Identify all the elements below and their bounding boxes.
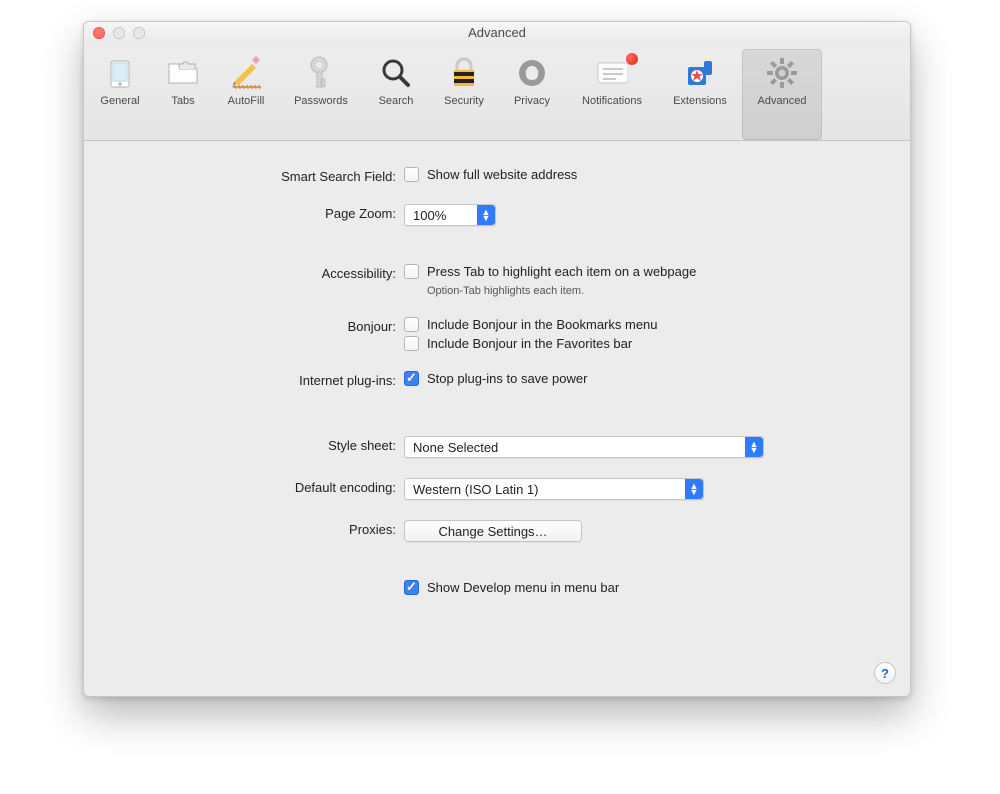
show-develop-option[interactable]: Show Develop menu in menu bar xyxy=(404,580,876,595)
bonjour-favorites-option[interactable]: Include Bonjour in the Favorites bar xyxy=(404,336,876,351)
minimize-icon[interactable] xyxy=(113,27,125,39)
tab-label: Security xyxy=(444,95,484,107)
page-zoom-value: 100% xyxy=(405,208,477,223)
show-full-address-text: Show full website address xyxy=(427,167,577,182)
press-tab-checkbox[interactable] xyxy=(404,264,419,279)
page-zoom-popup[interactable]: 100% ▲▼ xyxy=(404,204,496,226)
tab-general[interactable]: General xyxy=(86,49,154,140)
style-sheet-popup[interactable]: None Selected ▲▼ xyxy=(404,436,764,458)
tab-label: Notifications xyxy=(582,95,642,107)
passwords-icon xyxy=(305,57,337,89)
encoding-popup[interactable]: Western (ISO Latin 1) ▲▼ xyxy=(404,478,704,500)
window-title: Advanced xyxy=(84,25,910,40)
tab-privacy[interactable]: Privacy xyxy=(498,49,566,140)
tab-security[interactable]: Security xyxy=(430,49,498,140)
tab-label: General xyxy=(100,95,139,107)
press-tab-text: Press Tab to highlight each item on a we… xyxy=(427,264,696,279)
press-tab-option[interactable]: Press Tab to highlight each item on a we… xyxy=(404,264,876,279)
close-icon[interactable] xyxy=(93,27,105,39)
help-icon: ? xyxy=(881,666,889,681)
advanced-icon xyxy=(766,57,798,89)
security-icon xyxy=(448,57,480,89)
privacy-icon xyxy=(516,57,548,89)
bonjour-label: Bonjour: xyxy=(118,317,404,334)
tab-search[interactable]: Search xyxy=(362,49,430,140)
change-settings-text: Change Settings… xyxy=(438,524,547,539)
autofill-icon xyxy=(230,57,262,89)
tab-autofill[interactable]: AutoFill xyxy=(212,49,280,140)
chevron-updown-icon: ▲▼ xyxy=(477,205,495,225)
toolbar: General Tabs AutoFill Passwords Search xyxy=(84,43,910,141)
proxies-label: Proxies: xyxy=(118,520,404,537)
stop-plugins-option[interactable]: Stop plug-ins to save power xyxy=(404,371,876,386)
style-sheet-value: None Selected xyxy=(405,440,745,455)
style-sheet-label: Style sheet: xyxy=(118,436,404,453)
preferences-window: Advanced General Tabs AutoFill Pass xyxy=(83,21,911,697)
search-icon xyxy=(380,57,412,89)
tab-label: Advanced xyxy=(758,95,807,107)
notifications-icon xyxy=(596,57,628,89)
bonjour-bookmarks-option[interactable]: Include Bonjour in the Bookmarks menu xyxy=(404,317,876,332)
encoding-value: Western (ISO Latin 1) xyxy=(405,482,685,497)
bonjour-favorites-text: Include Bonjour in the Favorites bar xyxy=(427,336,632,351)
extensions-icon xyxy=(684,57,716,89)
tab-label: AutoFill xyxy=(228,95,265,107)
stop-plugins-checkbox[interactable] xyxy=(404,371,419,386)
accessibility-label: Accessibility: xyxy=(118,264,404,281)
tab-notifications[interactable]: Notifications xyxy=(566,49,658,140)
change-settings-button[interactable]: Change Settings… xyxy=(404,520,582,542)
traffic-lights xyxy=(93,27,145,39)
smart-search-label: Smart Search Field: xyxy=(118,167,404,184)
zoom-icon[interactable] xyxy=(133,27,145,39)
bonjour-bookmarks-checkbox[interactable] xyxy=(404,317,419,332)
notification-badge-icon xyxy=(626,53,638,65)
tab-tabs[interactable]: Tabs xyxy=(154,49,212,140)
content-area: Smart Search Field: Show full website ad… xyxy=(84,141,910,696)
tab-label: Extensions xyxy=(673,95,727,107)
help-button[interactable]: ? xyxy=(874,662,896,684)
bonjour-bookmarks-text: Include Bonjour in the Bookmarks menu xyxy=(427,317,658,332)
tab-extensions[interactable]: Extensions xyxy=(658,49,742,140)
bonjour-favorites-checkbox[interactable] xyxy=(404,336,419,351)
stop-plugins-text: Stop plug-ins to save power xyxy=(427,371,587,386)
chevron-updown-icon: ▲▼ xyxy=(685,479,703,499)
encoding-label: Default encoding: xyxy=(118,478,404,495)
plugins-label: Internet plug-ins: xyxy=(118,371,404,388)
tab-passwords[interactable]: Passwords xyxy=(280,49,362,140)
tab-label: Search xyxy=(379,95,414,107)
show-full-address-option[interactable]: Show full website address xyxy=(404,167,876,182)
tabs-icon xyxy=(167,57,199,89)
tab-label: Tabs xyxy=(171,95,194,107)
show-full-address-checkbox[interactable] xyxy=(404,167,419,182)
accessibility-note: Option-Tab highlights each item. xyxy=(427,285,876,297)
tab-label: Passwords xyxy=(294,95,348,107)
show-develop-text: Show Develop menu in menu bar xyxy=(427,580,619,595)
tab-advanced[interactable]: Advanced xyxy=(742,49,822,140)
chevron-updown-icon: ▲▼ xyxy=(745,437,763,457)
general-icon xyxy=(104,57,136,89)
page-zoom-label: Page Zoom: xyxy=(118,204,404,221)
tab-label: Privacy xyxy=(514,95,550,107)
titlebar: Advanced xyxy=(84,22,910,43)
show-develop-checkbox[interactable] xyxy=(404,580,419,595)
